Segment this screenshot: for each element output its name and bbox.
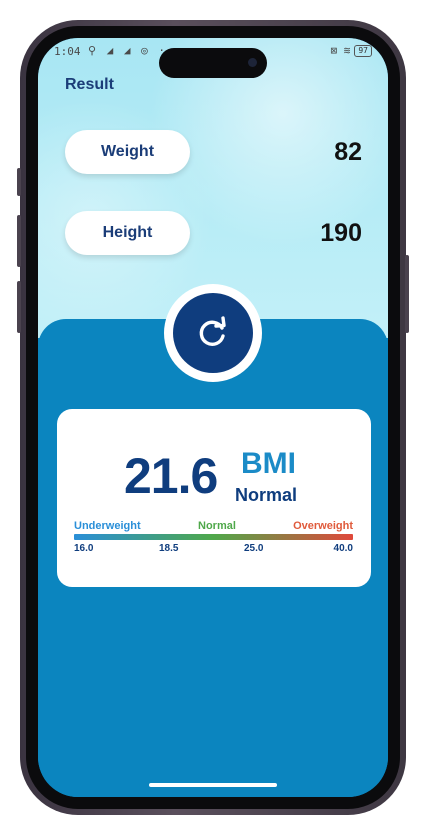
scale-label-normal: Normal (198, 520, 236, 532)
status-icons-right: ⊠ ≋ 97 (330, 44, 372, 57)
power-button (405, 255, 409, 333)
bmi-scale-ticks: 16.0 18.5 25.0 40.0 (74, 543, 353, 556)
bmi-category: Normal (235, 485, 298, 505)
home-indicator[interactable] (149, 783, 277, 787)
bmi-result-card: 21.6 BMI Normal Underweight Normal Overw… (57, 409, 371, 587)
scale-label-overweight: Overweight (293, 520, 353, 532)
height-value: 190 (320, 219, 362, 247)
scale-tick: 18.5 (159, 543, 179, 554)
refresh-icon (199, 316, 226, 346)
bmi-scale-bar (74, 534, 353, 540)
volume-up-button (17, 215, 21, 267)
weight-value: 82 (334, 138, 362, 166)
app-screen: 1:04 ⚲ ◢ ◢ ◎ ··· ⊠ ≋ 97 Result Weight 82… (38, 38, 388, 797)
height-button[interactable]: Height (65, 211, 190, 255)
camera-icon (248, 58, 257, 67)
action-button (17, 168, 21, 196)
scale-tick: 16.0 (74, 543, 94, 554)
bmi-scale-labels: Underweight Normal Overweight (74, 520, 353, 534)
scale-tick: 40.0 (333, 543, 353, 554)
refresh-button[interactable] (164, 284, 262, 382)
scale-label-underweight: Underweight (74, 520, 141, 532)
page-title: Result (65, 76, 114, 93)
refresh-button-inner[interactable] (173, 293, 253, 373)
bmi-label: BMI (241, 447, 296, 480)
scale-tick: 25.0 (244, 543, 264, 554)
signal-wifi-icon: ⊠ ≋ (330, 44, 351, 57)
status-time: 1:04 (54, 45, 81, 58)
battery-icon: 97 (354, 44, 372, 57)
bmi-value: 21.6 (124, 448, 218, 504)
weight-button[interactable]: Weight (65, 130, 190, 174)
volume-down-button (17, 281, 21, 333)
